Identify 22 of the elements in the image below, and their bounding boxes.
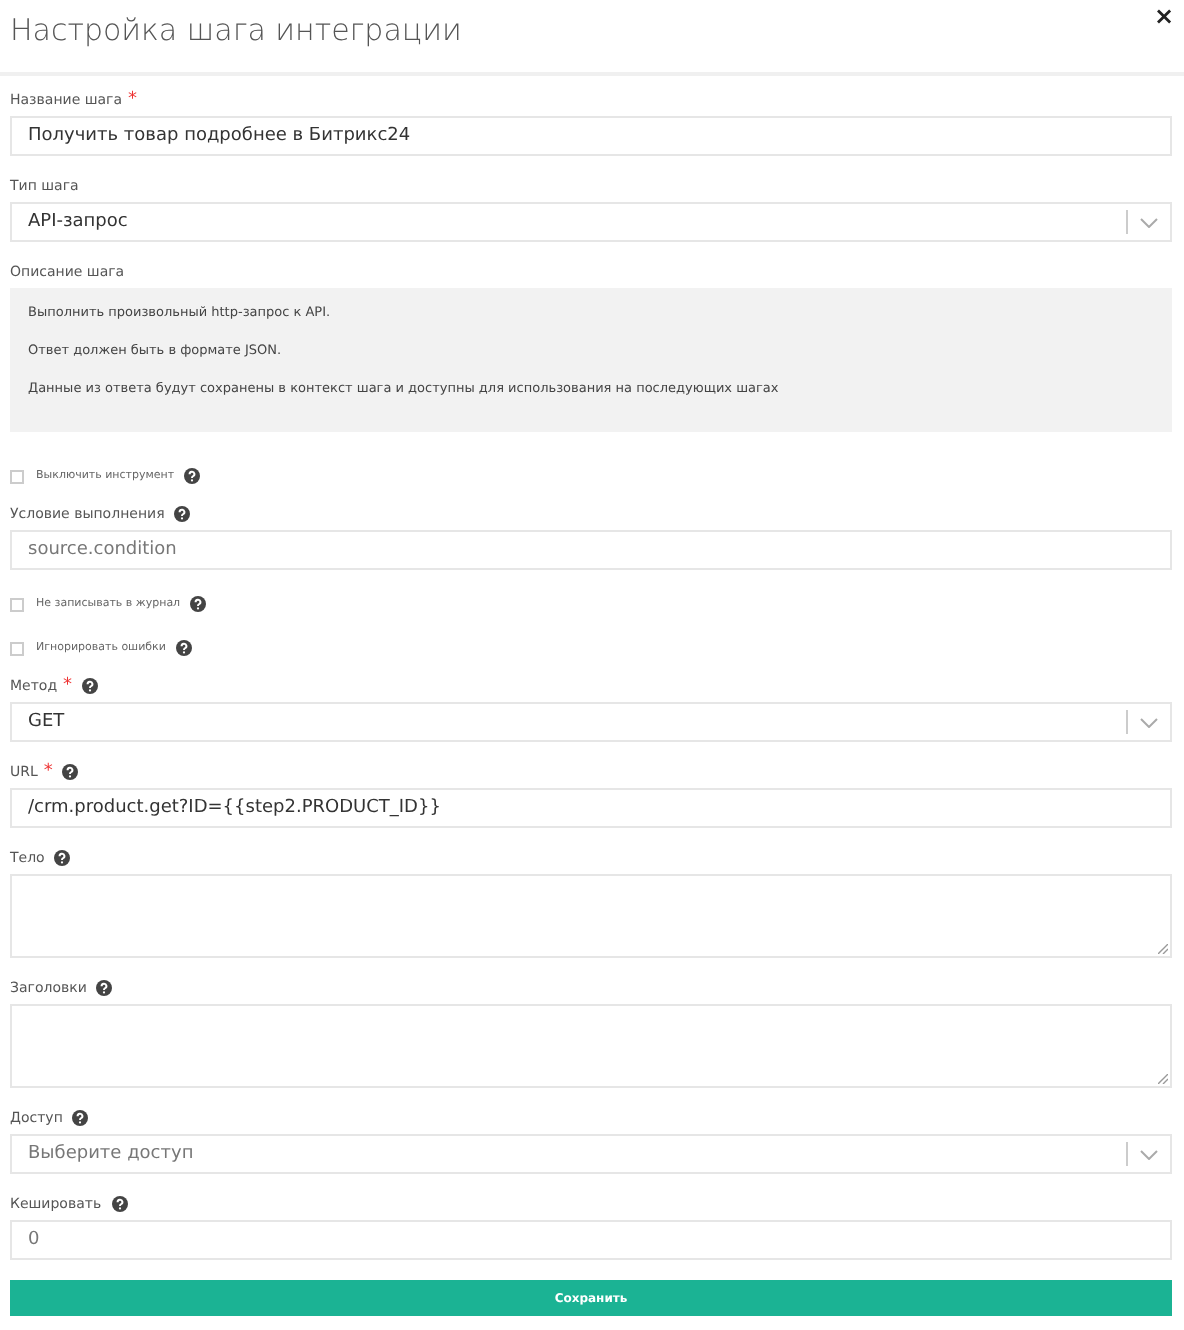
required-mark: * — [128, 90, 138, 110]
close-button[interactable]: × — [1153, 2, 1174, 30]
text-area[interactable] — [10, 874, 1172, 958]
chevron-down-icon — [1140, 717, 1158, 727]
checkbox[interactable] — [10, 597, 24, 611]
resize-handle-icon[interactable] — [1158, 1074, 1168, 1084]
chevron-down-icon — [1140, 217, 1158, 227]
input-field[interactable]: 0 — [10, 1220, 1172, 1260]
required-mark: * — [43, 762, 53, 782]
input-field[interactable]: Получить товар подробнее в Битрикс24 — [10, 116, 1172, 156]
text-area[interactable] — [10, 1004, 1172, 1088]
select-field[interactable]: Выберите доступ — [10, 1134, 1172, 1174]
checkbox[interactable] — [10, 469, 24, 483]
select-field[interactable]: GET — [10, 702, 1172, 742]
chevron-down-icon — [1140, 1149, 1158, 1159]
input-field[interactable]: source.condition — [10, 530, 1172, 570]
dialog-title: Настройка шага интеграции — [10, 12, 462, 48]
checkbox[interactable] — [10, 641, 24, 655]
resize-handle-icon[interactable] — [1158, 944, 1168, 954]
required-mark: * — [63, 676, 73, 696]
select-field[interactable]: API-запрос — [10, 202, 1172, 242]
input-field[interactable]: /crm.product.get?ID={{step2.PRODUCT_ID}} — [10, 788, 1172, 828]
